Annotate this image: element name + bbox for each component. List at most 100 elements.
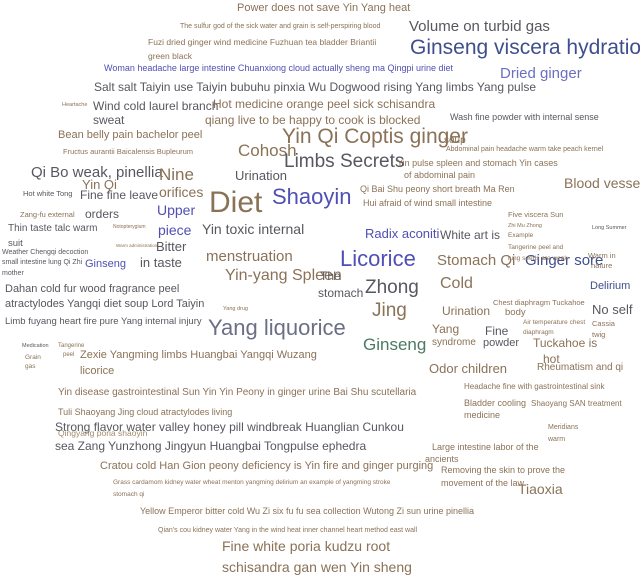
- word-cloud-term: Qingyang poria shaoyin: [58, 428, 148, 438]
- word-cloud-term: Hui afraid of wind small intestine: [363, 198, 493, 208]
- word-cloud-term: Headache fine with gastrointestinal sink: [464, 382, 605, 391]
- word-cloud-term: Stomach Qi: [437, 252, 516, 269]
- word-cloud-term: Warm in: [588, 251, 616, 260]
- word-cloud-term: Hot white Tong: [23, 189, 73, 198]
- word-cloud-term: Volume on turbid gas: [409, 18, 550, 35]
- word-cloud-term: Fine: [485, 324, 509, 338]
- word-cloud-term: Qian's cou kidney water Yang in the wind…: [158, 527, 418, 534]
- word-cloud-term: mother: [2, 270, 24, 277]
- word-cloud-term: Salt salt Taiyin use Taiyin bubuhu pinxi…: [94, 80, 537, 94]
- word-cloud-term: sweat: [93, 113, 125, 127]
- word-cloud-term: Bitter: [156, 239, 187, 254]
- word-cloud-term: The: [320, 269, 341, 283]
- word-cloud-term: Blood vessels: [564, 175, 640, 191]
- word-cloud-term: Urination: [235, 168, 288, 183]
- word-cloud-term: syndrome: [432, 337, 476, 348]
- word-cloud-term: Warm administration: [116, 243, 158, 248]
- word-cloud-term: Upper: [157, 202, 196, 218]
- word-cloud-term: Odor children: [429, 361, 508, 376]
- word-cloud-term: Abdominal pain headache warm take peach …: [446, 146, 604, 153]
- word-cloud-term: Grass cardamom kidney water wheat menton…: [113, 479, 391, 486]
- word-cloud-term: Thin taste talc warm: [8, 223, 98, 234]
- word-cloud-term: piece: [158, 222, 192, 238]
- word-cloud-term: Yin disease gastrointestinal Sun Yin Yin…: [58, 387, 417, 398]
- word-cloud-term: Tiaoxia: [518, 481, 563, 497]
- word-cloud-term: Yin Qi Coptis ginger: [282, 125, 468, 148]
- word-cloud-term: Weather Chengqi decoction: [2, 249, 89, 256]
- word-cloud-term: lung seeds are weak: [508, 255, 568, 262]
- word-cloud-term: Wind cold laurel branch: [93, 99, 219, 113]
- word-cloud-term: Rheumatism and qi: [537, 362, 624, 373]
- word-cloud-term: Cratou cold Han Gion peony deficiency is…: [100, 460, 434, 472]
- word-cloud-term: Diet: [209, 186, 263, 219]
- word-cloud-term: Zang-fu external: [20, 210, 75, 219]
- word-cloud-term: menstruation: [206, 248, 293, 265]
- word-cloud-term: Nine: [159, 165, 194, 184]
- word-cloud-term: orifices: [159, 184, 204, 200]
- word-cloud-term: stomach: [318, 286, 364, 300]
- word-cloud-term: No self: [592, 302, 633, 317]
- word-cloud-term: Long Summer: [592, 225, 627, 231]
- word-cloud-term: Fine white poria kudzu root: [222, 538, 391, 554]
- word-cloud-term: Zhi Mu Zhong: [508, 223, 542, 229]
- word-cloud-term: Cold: [440, 275, 473, 292]
- word-cloud-term: Zexie Yangming limbs Huangbai Yangqi Wuz…: [80, 349, 317, 361]
- word-cloud-term: Shaoyin: [272, 184, 352, 209]
- word-cloud-term: nature: [591, 261, 613, 270]
- word-cloud-term: Bladder cooling: [464, 398, 527, 408]
- word-cloud-canvas: Power does not save Yin Yang heat The sul…: [0, 0, 640, 578]
- word-cloud-term: Bean belly pain bachelor peel: [58, 129, 203, 141]
- word-cloud-term: body: [505, 307, 526, 318]
- word-cloud-term: Notopterygium: [113, 224, 146, 230]
- word-cloud-term: medicine: [464, 410, 501, 420]
- word-cloud-term: green black: [148, 51, 192, 61]
- word-cloud-term: Dahan cold fur wood fragrance peel: [5, 283, 180, 295]
- word-cloud-term: movement of the law: [441, 478, 525, 488]
- word-cloud-term: Delirium: [590, 280, 631, 292]
- word-cloud-term: Example: [508, 232, 534, 239]
- word-cloud-term: licorice: [80, 365, 115, 377]
- word-cloud-term: Power does not save Yin Yang heat: [237, 2, 411, 14]
- word-cloud-term: Ginseng: [363, 335, 427, 354]
- word-cloud-term: sea Zang Yunzhong Jingyun Huangbai Tongp…: [55, 439, 367, 453]
- word-cloud-term: Removing the skin to prove the: [441, 465, 566, 475]
- word-cloud-term: Ginseng viscera hydration: [410, 36, 640, 59]
- word-cloud-term: Fuzi dried ginger wind medicine Fuzhuan …: [148, 37, 377, 47]
- word-cloud-term: Wash fine powder with internal sense: [450, 112, 599, 122]
- word-cloud-term: soup: [444, 135, 466, 146]
- word-cloud-term: warm: [548, 436, 566, 443]
- word-cloud-term: Yin pulse spleen and stomach Yin cases: [397, 158, 558, 168]
- word-cloud-term: small intestine lung Qi Zhi: [2, 259, 83, 266]
- word-cloud-term: stomach qi: [113, 491, 145, 498]
- word-cloud-term: Tuli Shaoyang Jing cloud atractylodes li…: [58, 407, 233, 417]
- word-cloud-term: Yang: [432, 322, 460, 336]
- word-cloud-term: Woman headache large intestine Chuanxion…: [104, 63, 454, 73]
- word-cloud-term: Qi Bai Shu peony short breath Ma Ren: [360, 184, 515, 194]
- word-cloud-term: Limbs Secrets: [284, 151, 405, 172]
- word-cloud-term: Five viscera Sun: [508, 210, 564, 219]
- word-cloud-term: peel: [63, 352, 75, 358]
- word-cloud-term: The sulfur god of the sick water and gra…: [180, 23, 381, 30]
- word-cloud-term: Medication: [22, 343, 49, 349]
- word-cloud-term: Tuckahoe is: [533, 336, 598, 350]
- word-cloud-term: Zhong: [365, 277, 419, 298]
- word-cloud-term: Fructus aurantii Baicalensis Bupleurum: [63, 147, 194, 156]
- word-cloud-term: Grain: [25, 354, 41, 361]
- word-cloud-term: Yang drug: [223, 306, 248, 312]
- word-cloud-term: Yellow Emperor bitter cold Wu Zi six fu …: [140, 506, 474, 516]
- word-cloud-term: Hot medicine orange peel sick schisandra: [213, 97, 436, 111]
- word-cloud-term: of abdominal pain: [404, 170, 476, 180]
- word-cloud-term: Air temperature chest: [523, 319, 586, 326]
- word-cloud-term: suit: [8, 238, 23, 249]
- word-cloud-term: orders: [85, 207, 120, 221]
- word-cloud-term: Cassia: [592, 319, 615, 328]
- word-cloud-term: Urination: [442, 304, 491, 318]
- word-cloud-term: Yin toxic internal: [202, 221, 305, 237]
- word-cloud-term: Yang liquorice: [208, 315, 346, 340]
- word-cloud-term: Dried ginger: [500, 65, 582, 82]
- word-cloud-term: in taste: [140, 255, 182, 270]
- word-cloud-term: gas: [25, 363, 36, 370]
- word-cloud-term: Tangerine peel and: [508, 244, 564, 251]
- word-cloud-term: Fine fine leave: [80, 188, 159, 202]
- word-cloud-term: Large intestine labor of the: [432, 442, 539, 452]
